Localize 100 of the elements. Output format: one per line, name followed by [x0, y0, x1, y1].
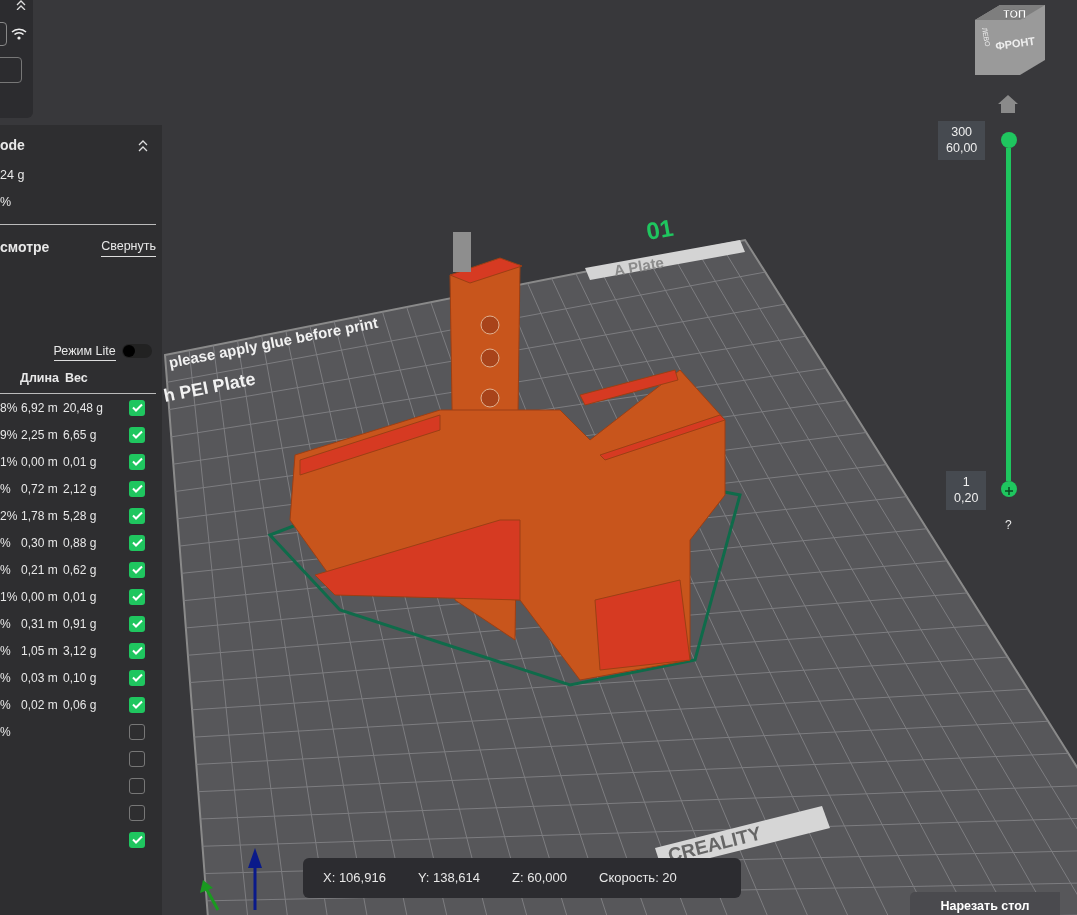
table-cell-text: 0,02 m	[21, 696, 59, 714]
cube-top-label: ТОП	[1003, 8, 1026, 20]
table-cell-text: 0,10 g	[63, 669, 98, 687]
checkbox[interactable]	[129, 426, 145, 443]
checkbox[interactable]	[129, 669, 145, 686]
table-cell-text: 8%	[0, 399, 18, 417]
checkbox[interactable]	[129, 480, 145, 497]
axis-arrow	[248, 848, 262, 910]
checkbox[interactable]	[129, 399, 145, 416]
panel-title: ode	[0, 136, 25, 155]
table-cell-text: 0,91 g	[63, 615, 98, 633]
summary-text: %	[0, 193, 13, 211]
checkbox[interactable]	[129, 831, 145, 848]
plate-number: 01	[644, 213, 676, 245]
table-cell-text: 6,65 g	[63, 426, 98, 444]
check-icon	[131, 646, 143, 655]
table-cell-text: 1%	[0, 453, 18, 471]
table-cell-text: 1%	[0, 588, 18, 606]
table-cell-text: %	[0, 696, 12, 714]
table-cell-text: 0,06 g	[63, 696, 98, 714]
table-cell-text: 2,25 m	[21, 426, 59, 444]
wifi-icon	[11, 27, 27, 40]
slice-button[interactable]: Нарезать стол	[910, 892, 1060, 915]
table-cell-text: 6,92 m	[21, 399, 59, 417]
collapse-icon[interactable]	[15, 0, 27, 10]
lite-mode-toggle[interactable]	[122, 344, 152, 359]
table-cell-text: 9%	[0, 426, 18, 444]
z-coordinate: Z: 60,000	[512, 869, 567, 888]
layer-height: 60,00	[946, 140, 978, 157]
check-icon	[131, 835, 143, 844]
table-cell-text: 5,28 g	[63, 507, 98, 525]
cube-front-label: ФРОНТ	[994, 34, 1036, 52]
collapse-link[interactable]: Свернуть	[101, 237, 156, 257]
table-cell-text: %	[0, 480, 12, 498]
check-icon	[131, 538, 143, 547]
check-icon	[131, 592, 143, 601]
plate-name: A Plate	[612, 253, 666, 279]
slider-thumb[interactable]	[1000, 132, 1017, 148]
check-icon	[131, 511, 143, 520]
checkbox[interactable]	[129, 696, 145, 713]
table-cell-text: 2,12 g	[63, 480, 98, 498]
checkbox[interactable]	[129, 777, 145, 794]
field[interactable]	[0, 57, 22, 83]
checkbox[interactable]	[129, 615, 145, 632]
layer-height: 0,20	[954, 490, 979, 507]
column-header: Длина	[20, 370, 60, 388]
table-cell-text: 20,48 g	[63, 399, 105, 417]
table-cell-text: 0,21 m	[21, 561, 59, 579]
check-icon	[131, 484, 143, 493]
lite-mode-label: Режим Lite	[53, 341, 116, 362]
checkbox[interactable]	[129, 804, 145, 821]
table-cell-text: 0,00 m	[21, 453, 59, 471]
table-cell-text: 0,03 m	[21, 669, 59, 687]
speed-readout: Скорость: 20	[599, 869, 677, 888]
table-cell-text: 2%	[0, 507, 18, 525]
table-cell-text: %	[0, 534, 12, 552]
y-coordinate: Y: 138,614	[417, 869, 481, 888]
table-cell-text: 0,01 g	[63, 588, 98, 606]
panel-title: смотре	[0, 237, 50, 257]
table-cell-text: %	[0, 723, 12, 741]
table-cell-text: 1,78 m	[21, 507, 59, 525]
checkbox[interactable]	[129, 534, 145, 551]
plate-notice: please apply glue before print	[167, 313, 380, 371]
table-cell-text: %	[0, 669, 12, 687]
table-cell-text: %	[0, 615, 12, 633]
checkbox[interactable]	[129, 750, 145, 767]
table-cell-text: %	[0, 561, 12, 579]
table-cell-text: 0,72 m	[21, 480, 59, 498]
table-cell-text: %	[0, 642, 12, 660]
slider-thumb[interactable]	[1000, 481, 1017, 497]
column-header: Вес	[65, 370, 88, 388]
home-icon[interactable]	[998, 95, 1018, 113]
layer-number: 1	[961, 474, 971, 491]
check-icon	[131, 619, 143, 628]
check-icon	[131, 430, 143, 439]
checkbox[interactable]	[129, 588, 145, 605]
table-cell-text: 0,01 g	[63, 453, 98, 471]
checkbox[interactable]	[129, 723, 145, 740]
checkbox[interactable]	[129, 561, 145, 578]
slider-fill[interactable]	[1006, 148, 1011, 481]
check-icon	[131, 700, 143, 709]
checkbox[interactable]	[129, 453, 145, 470]
check-icon	[131, 673, 143, 682]
table-cell-text: 3,12 g	[63, 642, 98, 660]
check-icon	[131, 565, 143, 574]
help-mark[interactable]: ?	[1005, 516, 1012, 534]
table-cell-text: 0,00 m	[21, 588, 59, 606]
collapse-icon[interactable]	[138, 139, 148, 152]
checkbox[interactable]	[129, 642, 145, 659]
table-cell-text: 0,88 g	[63, 534, 98, 552]
table-cell-text: 0,31 m	[21, 615, 59, 633]
summary-text: 24 g	[0, 167, 26, 184]
check-icon	[131, 403, 143, 412]
checkbox[interactable]	[129, 507, 145, 524]
layer-number: 300	[950, 124, 974, 141]
table-cell-text: 0,62 g	[63, 561, 98, 579]
table-cell-text: 1,05 m	[21, 642, 59, 660]
check-icon	[131, 457, 143, 466]
axis-arrow	[200, 880, 220, 911]
table-cell-text: 0,30 m	[21, 534, 59, 552]
